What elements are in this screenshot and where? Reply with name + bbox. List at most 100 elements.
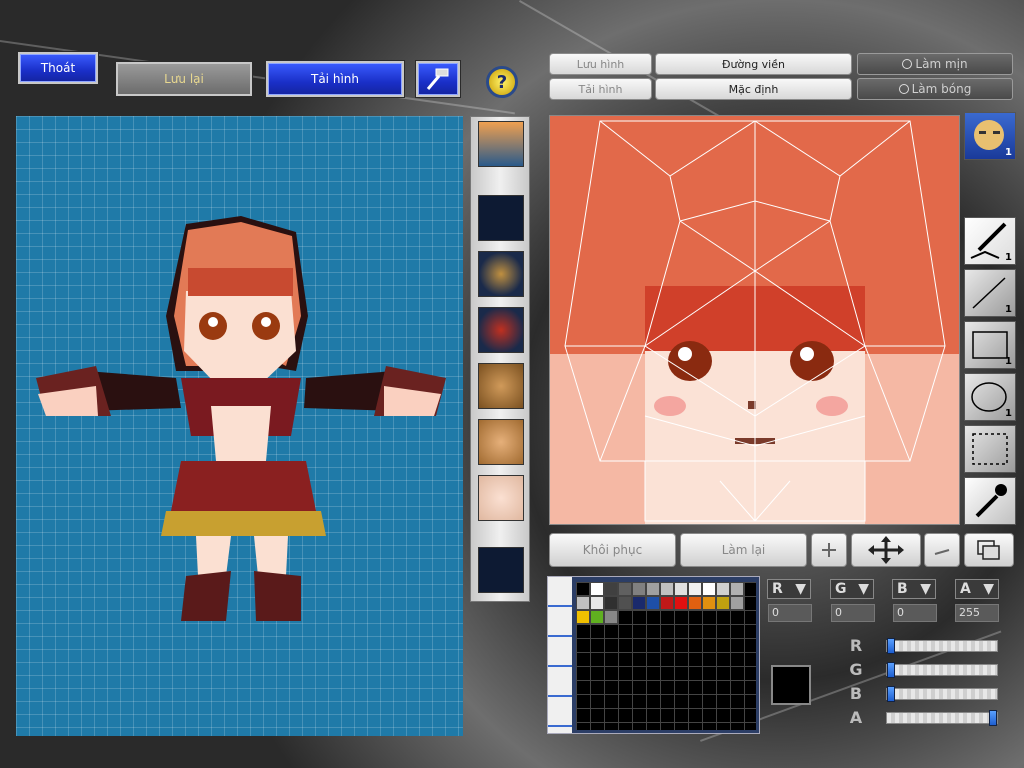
- thumb-face-2[interactable]: [478, 419, 524, 465]
- palette-swatch[interactable]: [632, 596, 646, 610]
- a-channel-select[interactable]: A ▼: [955, 579, 999, 599]
- b-channel-select[interactable]: B ▼: [892, 579, 936, 599]
- palette-swatch[interactable]: [618, 596, 632, 610]
- a-slider-label: A: [849, 708, 863, 727]
- palette-swatch[interactable]: [590, 582, 604, 596]
- palette-swatch[interactable]: [702, 596, 716, 610]
- palette-swatch[interactable]: [618, 582, 632, 596]
- palette-tabs[interactable]: [548, 577, 572, 733]
- palette-swatch[interactable]: [688, 596, 702, 610]
- palette-swatch[interactable]: [702, 582, 716, 596]
- redo-button[interactable]: Làm lại: [680, 533, 807, 567]
- g-channel-select[interactable]: G ▼: [830, 579, 874, 599]
- palette-grid[interactable]: [576, 582, 756, 730]
- dropdown-icon: ▼: [920, 581, 931, 597]
- texture-canvas[interactable]: [549, 115, 960, 525]
- palette-swatch[interactable]: [604, 582, 618, 596]
- b-slider-label: B: [849, 684, 863, 703]
- color-palette-panel: [547, 576, 760, 734]
- exit-button[interactable]: Thoát: [17, 51, 99, 85]
- tab-outline[interactable]: Đường viền: [655, 53, 852, 75]
- ellipse-tool[interactable]: 1: [964, 373, 1016, 421]
- dropdown-icon: ▼: [858, 581, 869, 597]
- character-preview[interactable]: [16, 116, 463, 736]
- layer-button[interactable]: [964, 533, 1014, 567]
- palette-swatch[interactable]: [660, 596, 674, 610]
- option-smooth[interactable]: Làm mịn: [857, 53, 1013, 75]
- eyedropper-icon: [975, 484, 1007, 518]
- option-shine[interactable]: Làm bóng: [857, 78, 1013, 100]
- palette-swatch[interactable]: [646, 596, 660, 610]
- b-slider[interactable]: [886, 686, 998, 702]
- r-slider[interactable]: [886, 638, 998, 654]
- slider-knob[interactable]: [989, 710, 997, 726]
- tab-save-image[interactable]: Lưu hình: [549, 53, 652, 75]
- palette-swatch[interactable]: [660, 582, 674, 596]
- tab-default[interactable]: Mặc định: [655, 78, 852, 100]
- slider-knob[interactable]: [887, 638, 895, 654]
- radio-icon: [898, 84, 909, 94]
- move-button[interactable]: [851, 533, 921, 567]
- plus-icon: [822, 543, 836, 557]
- hammer-button[interactable]: [415, 60, 461, 98]
- palette-swatch[interactable]: [730, 596, 744, 610]
- character-model: [36, 216, 446, 621]
- thumb-face-1[interactable]: [478, 363, 524, 409]
- line-tool[interactable]: 1: [964, 269, 1016, 317]
- palette-swatch[interactable]: [716, 596, 730, 610]
- rectangle-tool[interactable]: 1: [964, 321, 1016, 369]
- palette-swatch[interactable]: [674, 596, 688, 610]
- palette-swatch[interactable]: [604, 596, 618, 610]
- palette-swatch[interactable]: [688, 582, 702, 596]
- a-slider[interactable]: [886, 710, 998, 726]
- palette-swatch[interactable]: [632, 582, 646, 596]
- slider-knob[interactable]: [887, 662, 895, 678]
- palette-swatch[interactable]: [590, 610, 604, 624]
- parts-column: [470, 116, 530, 602]
- g-value-field[interactable]: 0: [831, 604, 875, 622]
- load-image-button[interactable]: Tải hình: [265, 60, 405, 98]
- dropdown-icon: ▼: [983, 581, 994, 597]
- thumb-face-3[interactable]: [478, 475, 524, 521]
- r-channel-select[interactable]: R ▼: [767, 579, 811, 599]
- palette-swatch[interactable]: [576, 596, 590, 610]
- palette-swatch[interactable]: [716, 582, 730, 596]
- eyedropper-tool[interactable]: [964, 477, 1016, 525]
- hammer-icon: [426, 68, 449, 90]
- add-button[interactable]: [811, 533, 847, 567]
- select-tool[interactable]: [964, 425, 1016, 473]
- palette-swatch[interactable]: [646, 582, 660, 596]
- pen-tool[interactable]: 1: [964, 217, 1016, 265]
- selection-icon: [972, 433, 1008, 465]
- help-icon[interactable]: ?: [486, 66, 518, 98]
- thumb-empty-1[interactable]: [478, 195, 524, 241]
- thumb-face-boy[interactable]: [478, 121, 524, 167]
- a-value-field[interactable]: 255: [955, 604, 999, 622]
- thumb-empty-2[interactable]: [478, 547, 524, 593]
- minus-button[interactable]: [924, 533, 960, 567]
- b-value-field[interactable]: 0: [893, 604, 937, 622]
- tab-load-image[interactable]: Tải hình: [549, 78, 652, 100]
- g-slider[interactable]: [886, 662, 998, 678]
- restore-button[interactable]: Khôi phục: [549, 533, 676, 567]
- thumb-hat[interactable]: [478, 251, 524, 297]
- r-slider-label: R: [849, 636, 863, 655]
- move-arrows-icon: [868, 536, 904, 564]
- palette-swatch[interactable]: [576, 610, 590, 624]
- palette-swatch[interactable]: [576, 582, 590, 596]
- r-value-field[interactable]: 0: [768, 604, 812, 622]
- face-texture: [550, 120, 959, 524]
- g-slider-label: G: [849, 660, 863, 679]
- minus-icon: [934, 549, 950, 555]
- palette-swatch[interactable]: [590, 596, 604, 610]
- palette-swatch[interactable]: [604, 610, 618, 624]
- thumb-armor[interactable]: [478, 307, 524, 353]
- face-template-button[interactable]: 1: [964, 112, 1016, 160]
- slider-knob[interactable]: [887, 686, 895, 702]
- palette-swatch[interactable]: [674, 582, 688, 596]
- current-color-swatch: [771, 665, 811, 705]
- save-button[interactable]: Lưu lại: [115, 61, 253, 97]
- dropdown-icon: ▼: [795, 581, 806, 597]
- palette-swatch[interactable]: [730, 582, 744, 596]
- radio-icon: [902, 59, 913, 69]
